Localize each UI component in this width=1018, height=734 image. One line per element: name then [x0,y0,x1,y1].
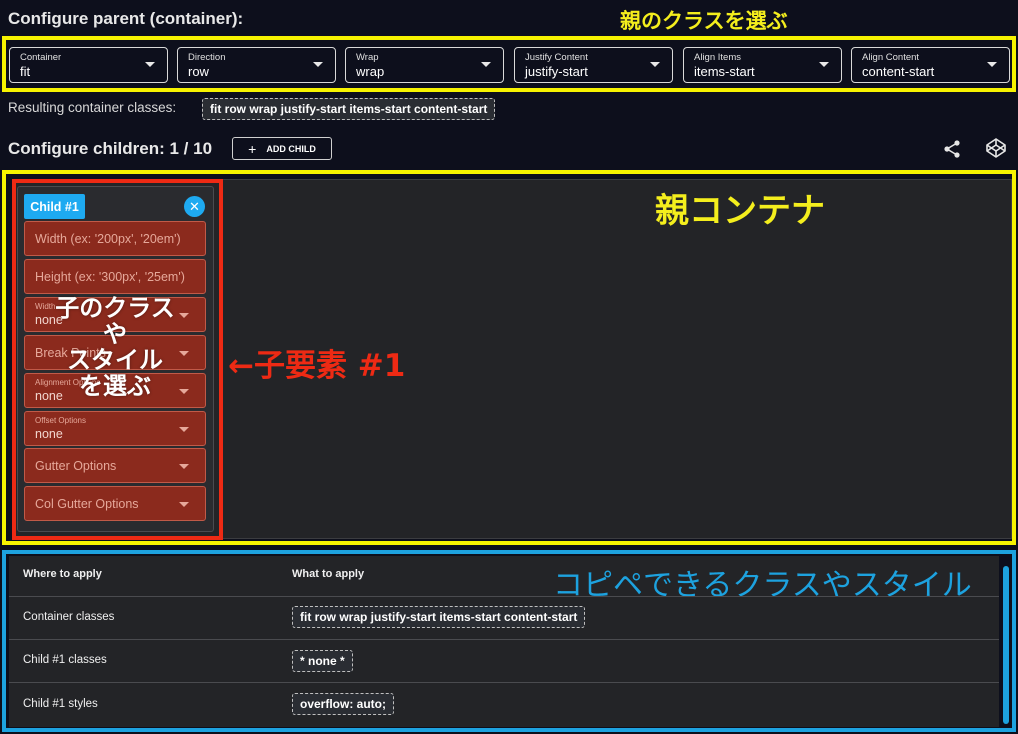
child-styles-chip[interactable]: overflow: auto; [292,693,394,715]
add-child-button[interactable]: + ADD CHILD [232,137,332,160]
add-child-label: ADD CHILD [266,143,316,154]
close-icon[interactable]: ✕ [184,196,205,217]
child-width-input[interactable]: Width (ex: '200px', '20em') [24,221,206,256]
wrap-select[interactable]: Wrap wrap [345,47,504,83]
parent-annotation: 親のクラスを選ぶ [620,9,788,33]
table-row-where: Child #1 styles [23,698,98,710]
chevron-down-icon [819,62,829,67]
table-row-where: Child #1 classes [23,654,107,666]
chevron-down-icon [313,62,323,67]
select-label: Wrap [356,52,379,63]
select-label: Container [20,52,62,63]
share-icon[interactable] [942,139,962,159]
resulting-classes-chip[interactable]: fit row wrap justify-start items-start c… [202,98,496,120]
direction-select[interactable]: Direction row [177,47,336,83]
justify-content-select[interactable]: Justify Content justify-start [514,47,673,83]
select-label: Align Items [694,52,741,63]
height-placeholder: Height (ex: '300px', '25em') [35,270,185,284]
child-annotation: ←子要素 #1 [228,348,406,384]
table-divider [9,596,999,597]
resulting-classes-label: Resulting container classes: [8,100,177,115]
chevron-down-icon [179,427,189,432]
offset-value: none [35,427,63,441]
select-value: justify-start [525,64,588,79]
chevron-down-icon [179,464,189,469]
table-row-where: Container classes [23,611,115,623]
overlay-line: を選ぶ [79,372,151,400]
col-gutter-label: Col Gutter Options [35,497,139,511]
select-value: row [188,64,209,79]
child-overlay-annotation: 子のクラス や スタイル を選ぶ [20,295,210,399]
child-classes-chip[interactable]: * none * [292,650,353,672]
select-label: Align Content [862,52,920,63]
table-divider [9,682,999,683]
gutter-label: Gutter Options [35,459,117,473]
chevron-down-icon [987,62,997,67]
align-items-select[interactable]: Align Items items-start [683,47,842,83]
offset-label: Offset Options [35,416,86,425]
chevron-down-icon [179,502,189,507]
select-label: Direction [188,52,226,63]
table-annotation: コピペできるクラスやスタイル [553,568,972,603]
select-value: items-start [694,64,755,79]
overlay-line: や [103,320,127,348]
table-scrollbar[interactable] [1003,566,1009,724]
select-value: wrap [356,64,385,79]
plus-icon: + [248,140,257,157]
child-col-gutter-select[interactable]: Col Gutter Options [24,486,206,521]
select-value: fit [20,64,31,79]
child-badge: Child #1 [24,194,85,219]
container-annotation: 親コンテナ [655,191,825,231]
chevron-down-icon [145,62,155,67]
table-header-what: What to apply [292,568,365,580]
table-divider [9,639,999,640]
container-classes-chip[interactable]: fit row wrap justify-start items-start c… [292,606,586,628]
children-section-title: Configure children: 1 / 10 [8,139,213,158]
width-placeholder: Width (ex: '200px', '20em') [35,232,181,246]
parent-section-title: Configure parent (container): [8,9,244,28]
chevron-down-icon [481,62,491,67]
child-gutter-select[interactable]: Gutter Options [24,448,206,483]
child-offset-select[interactable]: Offset Options none [24,411,206,446]
table-header-where: Where to apply [23,568,102,580]
overlay-line: スタイル [67,346,163,374]
align-content-select[interactable]: Align Content content-start [851,47,1010,83]
chevron-down-icon [650,62,660,67]
select-label: Justify Content [525,52,588,63]
codepen-icon[interactable] [985,137,1007,159]
child-height-input[interactable]: Height (ex: '300px', '25em') [24,259,206,294]
overlay-line: 子のクラス [55,294,175,322]
select-value: content-start [862,64,935,79]
container-select[interactable]: Container fit [9,47,168,83]
